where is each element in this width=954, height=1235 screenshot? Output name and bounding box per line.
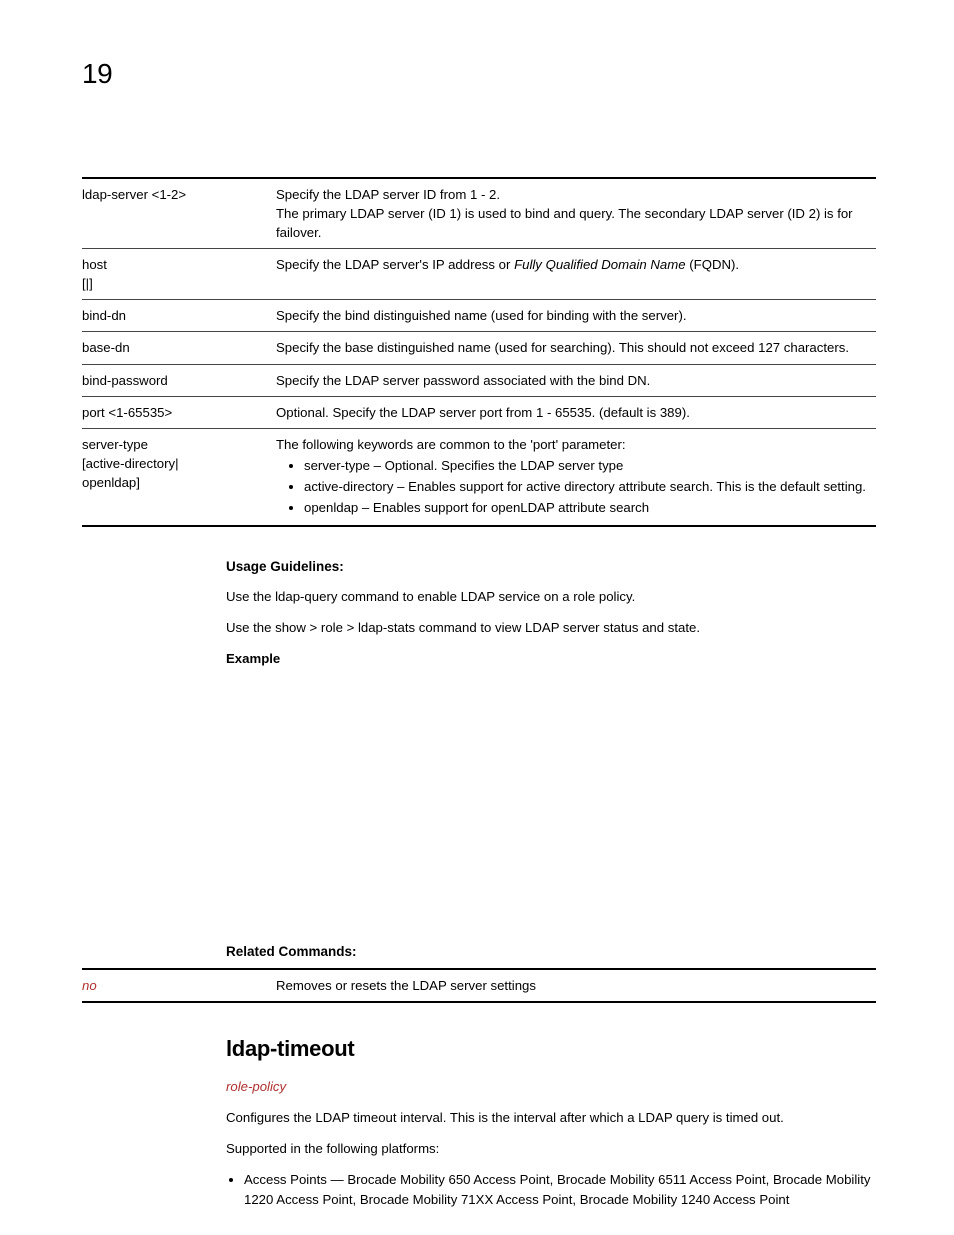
param-desc-cell: Optional. Specify the LDAP server port f… [276, 396, 876, 428]
usage-line-2: Use the show > role > ldap-stats command… [226, 618, 872, 637]
example-label: Example [226, 649, 872, 668]
related-cmd-cell: no [82, 969, 276, 1002]
param-name-cell: bind-dn [82, 300, 276, 332]
table-row: bind-dn Specify the bind distinguished n… [82, 300, 876, 332]
parameters-table: ldap-server <1-2>Specify the LDAP server… [82, 177, 876, 528]
param-name-cell: ldap-server <1-2> [82, 178, 276, 249]
related-heading-wrap: Related Commands: [226, 942, 872, 962]
usage-section: Usage Guidelines: Use the ldap-query com… [226, 557, 872, 668]
page-root: 19 ldap-server <1-2>Specify the LDAP ser… [0, 0, 954, 1235]
param-desc-cell: Specify the LDAP server ID from 1 - 2.Th… [276, 178, 876, 249]
param-name-cell: bind-password [82, 364, 276, 396]
param-name-cell: port <1-65535> [82, 396, 276, 428]
table-row: server-type[active-directory|openldap]Th… [82, 428, 876, 526]
section-title: ldap-timeout [226, 1033, 872, 1065]
param-desc-cell: Specify the base distinguished name (use… [276, 332, 876, 364]
param-name-cell: server-type[active-directory|openldap] [82, 428, 276, 526]
param-desc-cell: Specify the LDAP server's IP address or … [276, 249, 876, 300]
related-cmd-link[interactable]: no [82, 978, 97, 993]
table-row: port <1-65535>Optional. Specify the LDAP… [82, 396, 876, 428]
context-link[interactable]: role-policy [226, 1079, 286, 1094]
param-desc-cell: The following keywords are common to the… [276, 428, 876, 526]
list-item: Access Points — Brocade Mobility 650 Acc… [244, 1170, 872, 1208]
table-row: host [|]Specify the LDAP server's IP add… [82, 249, 876, 300]
usage-line-1: Use the ldap-query command to enable LDA… [226, 587, 872, 606]
table-row: no Removes or resets the LDAP server sett… [82, 969, 876, 1002]
param-name-cell: base-dn [82, 332, 276, 364]
related-desc-cell: Removes or resets the LDAP server settin… [276, 969, 876, 1002]
param-desc-cell: Specify the LDAP server password associa… [276, 364, 876, 396]
chapter-number: 19 [82, 54, 876, 95]
table-row: bind-password Specify the LDAP server pa… [82, 364, 876, 396]
ldap-timeout-section: ldap-timeout role-policy Configures the … [226, 1033, 872, 1209]
related-commands-table: no Removes or resets the LDAP server sett… [82, 968, 876, 1003]
related-heading: Related Commands: [226, 942, 872, 962]
param-desc-cell: Specify the bind distinguished name (use… [276, 300, 876, 332]
section-intro: Configures the LDAP timeout interval. Th… [226, 1108, 872, 1127]
table-row: ldap-server <1-2>Specify the LDAP server… [82, 178, 876, 249]
supported-label: Supported in the following platforms: [226, 1139, 872, 1158]
usage-heading: Usage Guidelines: [226, 557, 872, 577]
table-row: base-dn Specify the base distinguished n… [82, 332, 876, 364]
platforms-list: Access Points — Brocade Mobility 650 Acc… [244, 1170, 872, 1208]
example-spacer [82, 680, 876, 942]
param-name-cell: host [|] [82, 249, 276, 300]
